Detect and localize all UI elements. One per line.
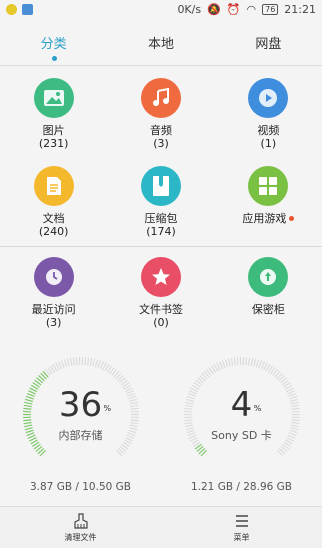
music-icon	[140, 78, 181, 118]
category-grid-bottom: 最近访问 (3) 文件书签 (0) 保密柜	[0, 249, 322, 337]
category-recent[interactable]: 最近访问 (3)	[0, 249, 107, 337]
internal-storage-gauge[interactable]: 36% 内部存储 3.87 GB / 10.50 GB	[21, 355, 141, 493]
archive-icon	[140, 166, 181, 206]
category-label: 文件书签	[138, 303, 183, 316]
storage-size: 3.87 GB / 10.50 GB	[29, 481, 131, 493]
clock-icon	[33, 257, 74, 297]
active-tab-indicator	[51, 56, 57, 61]
category-pictures[interactable]: 图片 (231)	[0, 70, 107, 158]
category-label: 视频	[257, 124, 280, 137]
alarm-icon: ⏰	[226, 2, 241, 16]
category-count: (3)	[45, 316, 62, 329]
menu-label: 菜单	[233, 532, 250, 542]
broom-icon	[73, 512, 88, 529]
star-icon	[140, 257, 181, 297]
category-apps[interactable]: 应用游戏	[215, 158, 322, 246]
status-bar: 0K/s 🔕 ⏰ ◠ 76 21:21	[0, 0, 322, 18]
document-icon	[33, 166, 74, 206]
storage-percent: 36%	[58, 385, 111, 425]
download-notification-icon	[22, 3, 33, 15]
category-count: (231)	[38, 137, 69, 150]
video-icon	[248, 78, 289, 118]
gauge-center: 4% Sony SD 卡	[182, 355, 302, 475]
gauge-center: 36% 内部存储	[21, 355, 141, 475]
category-count: (174)	[146, 225, 176, 238]
tab-cloud[interactable]: 网盘	[215, 31, 322, 52]
percent-sign: %	[253, 404, 262, 413]
category-label: 文档	[42, 212, 65, 225]
percent-value: 4	[230, 385, 253, 425]
storage-section: 36% 内部存储 3.87 GB / 10.50 GB 4% Sony SD 卡…	[0, 337, 322, 493]
app-notification-icon	[6, 3, 17, 15]
category-safe[interactable]: 保密柜	[215, 249, 322, 337]
category-count: (0)	[153, 316, 169, 329]
category-label: 应用游戏	[242, 212, 287, 225]
tab-cloud-label: 网盘	[255, 37, 282, 52]
battery-icon: 76	[262, 3, 279, 15]
percent-value: 36	[58, 385, 103, 425]
tab-category-label: 分类	[40, 37, 67, 52]
safe-icon	[248, 257, 289, 297]
wifi-icon: ◠	[246, 2, 257, 16]
category-label: 压缩包	[144, 212, 178, 225]
apps-icon	[248, 166, 289, 206]
category-label: 最近访问	[31, 303, 76, 316]
clean-files-label: 清理文件	[64, 532, 97, 542]
tab-category[interactable]: 分类	[0, 31, 107, 61]
new-badge-dot	[289, 216, 295, 221]
category-grid-top: 图片 (231) 音频 (3) 视频 (1) 文档 (240) 压缩包 (174…	[0, 70, 322, 246]
storage-name: 内部存储	[58, 429, 103, 442]
category-label-wrap: 应用游戏	[242, 212, 295, 225]
category-video[interactable]: 视频 (1)	[215, 70, 322, 158]
sd-card-storage-gauge[interactable]: 4% Sony SD 卡 1.21 GB / 28.96 GB	[182, 355, 302, 493]
category-documents[interactable]: 文档 (240)	[0, 158, 107, 246]
tab-local-label: 本地	[147, 37, 174, 52]
percent-sign: %	[103, 404, 112, 413]
section-divider	[0, 246, 322, 247]
category-archives[interactable]: 压缩包 (174)	[107, 158, 214, 246]
storage-percent: 4%	[230, 385, 262, 425]
clock-time: 21:21	[284, 2, 316, 16]
mute-icon: 🔕	[207, 2, 221, 16]
picture-icon	[33, 78, 74, 118]
category-count: (3)	[153, 137, 169, 150]
category-count: (1)	[260, 137, 277, 150]
storage-name: Sony SD 卡	[211, 429, 272, 442]
category-count: (240)	[38, 225, 69, 238]
bottom-bar: 清理文件 菜单	[0, 506, 322, 548]
menu-button[interactable]: 菜单	[161, 507, 322, 548]
category-label: 保密柜	[251, 303, 285, 316]
clean-files-button[interactable]: 清理文件	[0, 507, 161, 548]
tab-bar: 分类 本地 网盘	[0, 18, 322, 66]
tab-local[interactable]: 本地	[107, 31, 214, 52]
category-bookmarks[interactable]: 文件书签 (0)	[107, 249, 214, 337]
category-audio[interactable]: 音频 (3)	[107, 70, 214, 158]
network-speed: 0K/s	[177, 2, 202, 16]
menu-icon	[235, 514, 248, 527]
category-label: 音频	[149, 124, 172, 137]
storage-size: 1.21 GB / 28.96 GB	[190, 481, 292, 493]
category-label: 图片	[42, 124, 65, 137]
